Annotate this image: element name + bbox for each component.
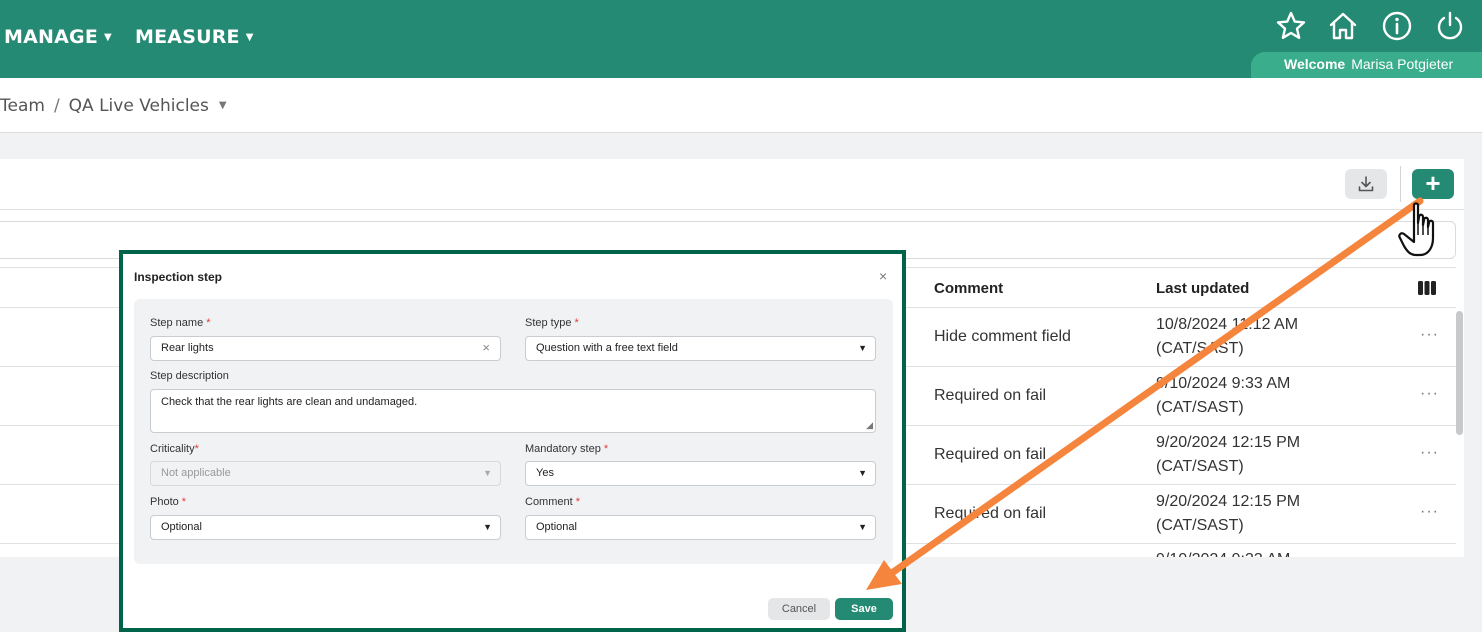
row-last-updated: 10/8/2024 11:12 AM (CAT/SAST) [1156, 313, 1298, 361]
required-mark: * [575, 496, 580, 508]
required-mark: * [574, 317, 579, 329]
criticality-select: Not applicable ▼ [150, 461, 501, 486]
required-mark: * [206, 317, 211, 329]
step-description-label: Step description [150, 370, 229, 382]
step-name-label: Step name * [150, 317, 210, 329]
info-icon[interactable] [1381, 10, 1413, 42]
power-icon[interactable] [1434, 10, 1466, 42]
required-mark: * [194, 443, 199, 455]
caret-down-icon: ▼ [858, 343, 867, 353]
row-menu-button[interactable]: ··· [1420, 326, 1439, 344]
mandatory-step-select[interactable]: Yes ▼ [525, 461, 876, 486]
label-text: Mandatory step [525, 443, 601, 455]
plus-icon: + [1425, 168, 1441, 198]
divider [1400, 166, 1401, 202]
step-name-input[interactable]: Rear lights × [150, 336, 501, 361]
row-menu-button[interactable]: ··· [1420, 503, 1439, 521]
divider [0, 209, 1464, 210]
step-description-textarea[interactable]: Check that the rear lights are clean and… [150, 389, 876, 433]
breadcrumb-qa-live-vehicles[interactable]: QA Live Vehicles [69, 96, 209, 116]
top-nav-bar: MANAGE ▼ MEASURE ▼ Welcome Marisa Potgieter [0, 0, 1482, 78]
nav-manage-label: MANAGE [4, 26, 98, 48]
row-updated-zone: (CAT/SAST) [1156, 399, 1244, 416]
mandatory-step-label: Mandatory step * [525, 443, 608, 455]
photo-value: Optional [161, 521, 202, 533]
required-mark: * [603, 443, 609, 455]
caret-down-icon: ▼ [858, 468, 867, 478]
breadcrumb-separator: / [53, 96, 60, 116]
label-text: Step name [150, 317, 204, 329]
user-name: Marisa Potgieter [1351, 56, 1454, 72]
download-button[interactable] [1345, 169, 1387, 199]
welcome-badge: Welcome Marisa Potgieter [1251, 52, 1482, 78]
comment-label: Comment * [525, 496, 580, 508]
criticality-label: Criticality* [150, 443, 199, 455]
step-type-label: Step type * [525, 317, 579, 329]
caret-down-icon: ▼ [483, 522, 492, 532]
row-updated-zone: (CAT/SAST) [1156, 340, 1244, 357]
required-mark: * [181, 496, 187, 508]
columns-icon[interactable] [1418, 281, 1436, 295]
download-icon [1358, 176, 1374, 192]
row-updated-date: 9/10/2024 9:33 AM [1156, 548, 1356, 557]
star-icon[interactable] [1275, 10, 1307, 42]
scrollbar[interactable] [1456, 311, 1463, 435]
column-header-last-updated[interactable]: Last updated [1156, 280, 1249, 297]
row-comment: Required on fail [934, 387, 1047, 404]
row-updated-date: 10/8/2024 11:12 AM [1156, 316, 1299, 333]
row-last-updated: 9/20/2024 12:15 PM (CAT/SAST) [1156, 431, 1300, 479]
caret-down-icon[interactable]: ▼ [219, 100, 227, 111]
step-type-select[interactable]: Question with a free text field ▼ [525, 336, 876, 361]
row-updated-date: 9/20/2024 12:15 PM [1156, 493, 1301, 510]
row-last-updated-clipped: 9/10/2024 9:33 AM [1156, 544, 1356, 557]
form-panel: Step name * Rear lights × Step type * Ques… [134, 299, 893, 564]
caret-down-icon: ▼ [104, 32, 112, 43]
row-updated-date: 9/20/2024 12:15 PM [1156, 434, 1301, 451]
photo-select[interactable]: Optional ▼ [150, 515, 501, 540]
caret-down-icon: ▼ [245, 32, 254, 43]
photo-label: Photo * [150, 496, 186, 508]
breadcrumb: Team / QA Live Vehicles ▼ [0, 96, 227, 116]
row-updated-date: 9/10/2024 9:33 AM [1156, 375, 1291, 392]
label-text: Photo [150, 496, 179, 508]
nav-measure-label: MEASURE [135, 26, 240, 48]
criticality-value: Not applicable [161, 467, 231, 479]
cancel-button[interactable]: Cancel [768, 598, 830, 620]
caret-down-icon: ▼ [483, 468, 492, 478]
row-comment: Required on fail [934, 505, 1047, 522]
row-comment: Required on fail [934, 446, 1047, 463]
comment-value: Optional [536, 521, 577, 533]
resize-handle-icon[interactable]: ◢ [866, 420, 873, 431]
label-text: Step type [525, 317, 572, 329]
nav-manage-menu[interactable]: MANAGE ▼ [4, 26, 112, 48]
row-comment: Hide comment field [934, 328, 1071, 345]
comment-select[interactable]: Optional ▼ [525, 515, 876, 540]
save-button[interactable]: Save [835, 598, 893, 620]
step-name-value: Rear lights [161, 342, 214, 354]
dialog-title: Inspection step [134, 270, 223, 284]
row-last-updated: 9/20/2024 12:15 PM (CAT/SAST) [1156, 490, 1300, 538]
step-description-value: Check that the rear lights are clean and… [161, 396, 418, 408]
nav-measure-menu[interactable]: MEASURE ▼ [135, 26, 254, 48]
welcome-label: Welcome [1284, 56, 1346, 72]
row-updated-zone: (CAT/SAST) [1156, 517, 1244, 534]
step-type-value: Question with a free text field [536, 342, 678, 354]
close-icon[interactable]: × [879, 268, 887, 284]
breadcrumb-team[interactable]: Team [0, 96, 45, 116]
add-step-button[interactable]: + [1412, 169, 1454, 199]
clear-icon[interactable]: × [482, 340, 490, 355]
row-updated-zone: (CAT/SAST) [1156, 458, 1244, 475]
home-icon[interactable] [1327, 10, 1359, 42]
inspection-step-dialog: Inspection step × Step name * Rear lights… [119, 250, 906, 632]
mandatory-value: Yes [536, 467, 554, 479]
row-menu-button[interactable]: ··· [1420, 444, 1439, 462]
row-last-updated: 9/10/2024 9:33 AM (CAT/SAST) [1156, 372, 1290, 420]
label-text: Comment [525, 496, 573, 508]
caret-down-icon: ▼ [858, 522, 867, 532]
label-text: Criticality [150, 443, 195, 455]
row-menu-button[interactable]: ··· [1420, 385, 1439, 403]
column-header-comment[interactable]: Comment [934, 280, 1003, 297]
